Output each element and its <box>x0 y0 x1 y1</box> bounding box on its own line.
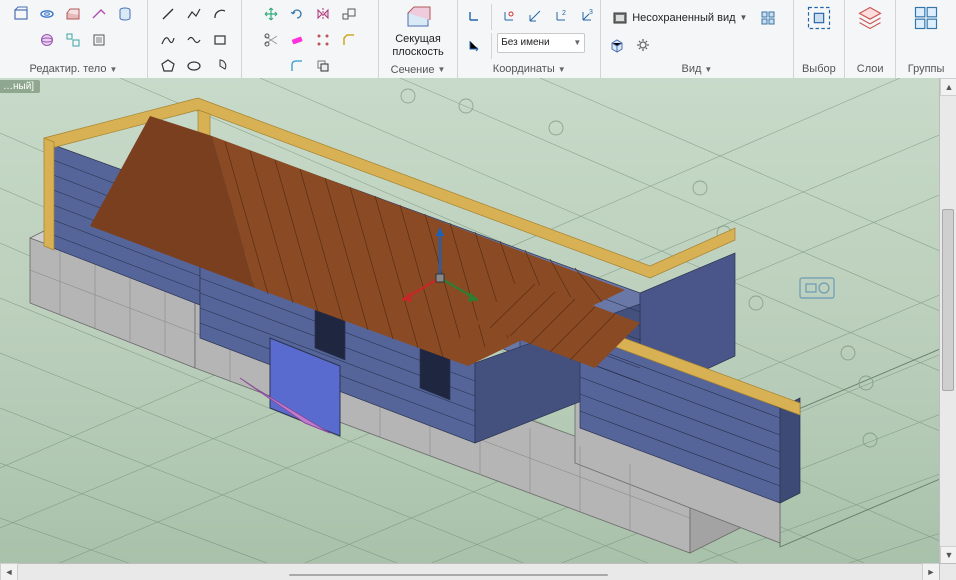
tool-view-gear[interactable] <box>631 33 655 57</box>
caret-icon: ▼ <box>573 38 581 47</box>
tool-pline[interactable] <box>182 2 206 26</box>
scroll-right-button[interactable]: ► <box>922 563 940 580</box>
tool-box[interactable] <box>9 2 33 26</box>
tool-ucs-z[interactable] <box>523 4 547 28</box>
tool-line[interactable] <box>156 2 180 26</box>
tool-torus[interactable] <box>35 2 59 26</box>
panel-label-text: Группы <box>908 63 945 75</box>
tool-ubox[interactable] <box>87 28 111 52</box>
panel-selection: Выбор <box>794 0 846 78</box>
panel-label-layers[interactable]: Слои <box>849 60 891 78</box>
tool-ellipse[interactable] <box>182 54 206 78</box>
tool-polygon[interactable] <box>156 54 180 78</box>
scrollbar-corner <box>939 563 956 580</box>
panel-label-view[interactable]: Вид▼ <box>605 60 788 78</box>
viewport-3d[interactable]: …ный] <box>0 78 956 580</box>
caret-icon: ▼ <box>740 13 748 22</box>
tool-curve[interactable] <box>156 28 180 52</box>
tool-rect[interactable] <box>208 28 232 52</box>
selection-icon <box>805 5 833 31</box>
combo-text: Несохраненный вид <box>632 12 735 24</box>
panel-label-coords[interactable]: Координаты▼ <box>462 60 596 78</box>
tool-rotate[interactable] <box>285 2 309 26</box>
scrollbar-horizontal[interactable]: ◄ ► <box>0 563 940 580</box>
svg-text:3: 3 <box>589 9 593 16</box>
panel-label-text: Слои <box>857 63 884 75</box>
panel-label-section[interactable]: Сечение▼ <box>383 61 453 78</box>
tool-ucs-l[interactable] <box>462 4 486 28</box>
combo-ucs-name[interactable]: Без имени ▼ <box>497 33 585 53</box>
tool-groups[interactable] <box>905 2 947 36</box>
panel-drawing: Рисование▼ <box>148 0 242 78</box>
tool-arc[interactable] <box>208 2 232 26</box>
tool-label: Секущая плоскость <box>392 33 443 58</box>
panel-section: Секущая плоскость Сечение▼ <box>379 0 458 78</box>
tool-copy[interactable] <box>311 54 335 78</box>
scroll-h-thumb[interactable] <box>289 574 607 576</box>
tool-layers[interactable] <box>849 2 891 36</box>
tool-wave[interactable] <box>182 28 206 52</box>
panel-label-text: Координаты <box>493 63 555 75</box>
panel-layers: Слои <box>845 0 896 78</box>
panel-label-text: Сечение <box>391 64 435 76</box>
tool-mirror[interactable] <box>311 2 335 26</box>
panel-editing: Редактирование▼ <box>242 0 379 78</box>
panel-label-text: Вид <box>681 63 701 75</box>
tool-view-cube[interactable] <box>605 33 629 57</box>
tool-edge[interactable] <box>87 2 111 26</box>
tool-cut[interactable] <box>61 2 85 26</box>
scrollbar-vertical[interactable]: ▲ ▼ <box>939 78 956 564</box>
tool-ucs-r[interactable] <box>497 4 521 28</box>
tool-pie[interactable] <box>208 54 232 78</box>
layers-icon <box>856 5 884 31</box>
tool-erase[interactable] <box>285 28 309 52</box>
tool-section-plane[interactable]: Секущая плоскость <box>385 2 450 61</box>
panel-label-edit-body[interactable]: Редактир. тело▼ <box>4 60 143 78</box>
caret-icon: ▼ <box>109 65 117 74</box>
panel-edit-body: Редактир. тело▼ <box>0 0 148 78</box>
tool-array[interactable] <box>311 28 335 52</box>
tool-fillet[interactable] <box>285 54 309 78</box>
tool-align[interactable] <box>61 28 85 52</box>
scroll-v-thumb[interactable] <box>942 209 954 391</box>
tool-chamfer[interactable] <box>337 28 361 52</box>
tool-ucs-down[interactable] <box>462 33 486 57</box>
separator <box>491 33 492 59</box>
tool-move[interactable] <box>259 2 283 26</box>
panel-groups: Группы <box>896 0 956 78</box>
scroll-v-track[interactable] <box>940 96 956 546</box>
caret-icon: ▼ <box>704 65 712 74</box>
tool-trim[interactable] <box>259 28 283 52</box>
tool-ucs-2[interactable]: 2 <box>549 4 573 28</box>
panel-label-groups[interactable]: Группы <box>900 60 952 78</box>
combo-text: Без имени <box>501 37 549 48</box>
tool-view-manager[interactable] <box>756 6 780 30</box>
svg-text:2: 2 <box>562 10 566 17</box>
groups-icon <box>912 5 940 31</box>
ribbon: Редактир. тело▼ Рисование▼ <box>0 0 956 79</box>
tool-ucs-3[interactable]: 3 <box>575 4 599 28</box>
tool-cylinder[interactable] <box>113 2 137 26</box>
scroll-up-button[interactable]: ▲ <box>940 78 956 96</box>
panel-label-text: Редактир. тело <box>30 63 107 75</box>
caret-icon: ▼ <box>438 65 446 74</box>
scroll-down-button[interactable]: ▼ <box>940 546 956 564</box>
building-3d-model <box>0 78 956 580</box>
panel-coords: 2 3 Без имени▼ Координаты▼ <box>458 0 601 78</box>
scroll-left-button[interactable]: ◄ <box>0 563 18 580</box>
caret-icon: ▼ <box>558 65 566 74</box>
panel-label-text: Выбор <box>802 63 836 75</box>
panel-label-selection[interactable]: Выбор <box>798 60 841 78</box>
separator <box>491 4 492 30</box>
tool-selection[interactable] <box>798 2 840 36</box>
tool-scale[interactable] <box>337 2 361 26</box>
panel-view: Несохраненный вид▼ Вид▼ <box>601 0 793 78</box>
section-plane-icon <box>404 5 432 31</box>
combo-unsaved-view[interactable]: Несохраненный вид ▼ <box>605 6 754 30</box>
tool-sphere[interactable] <box>35 28 59 52</box>
